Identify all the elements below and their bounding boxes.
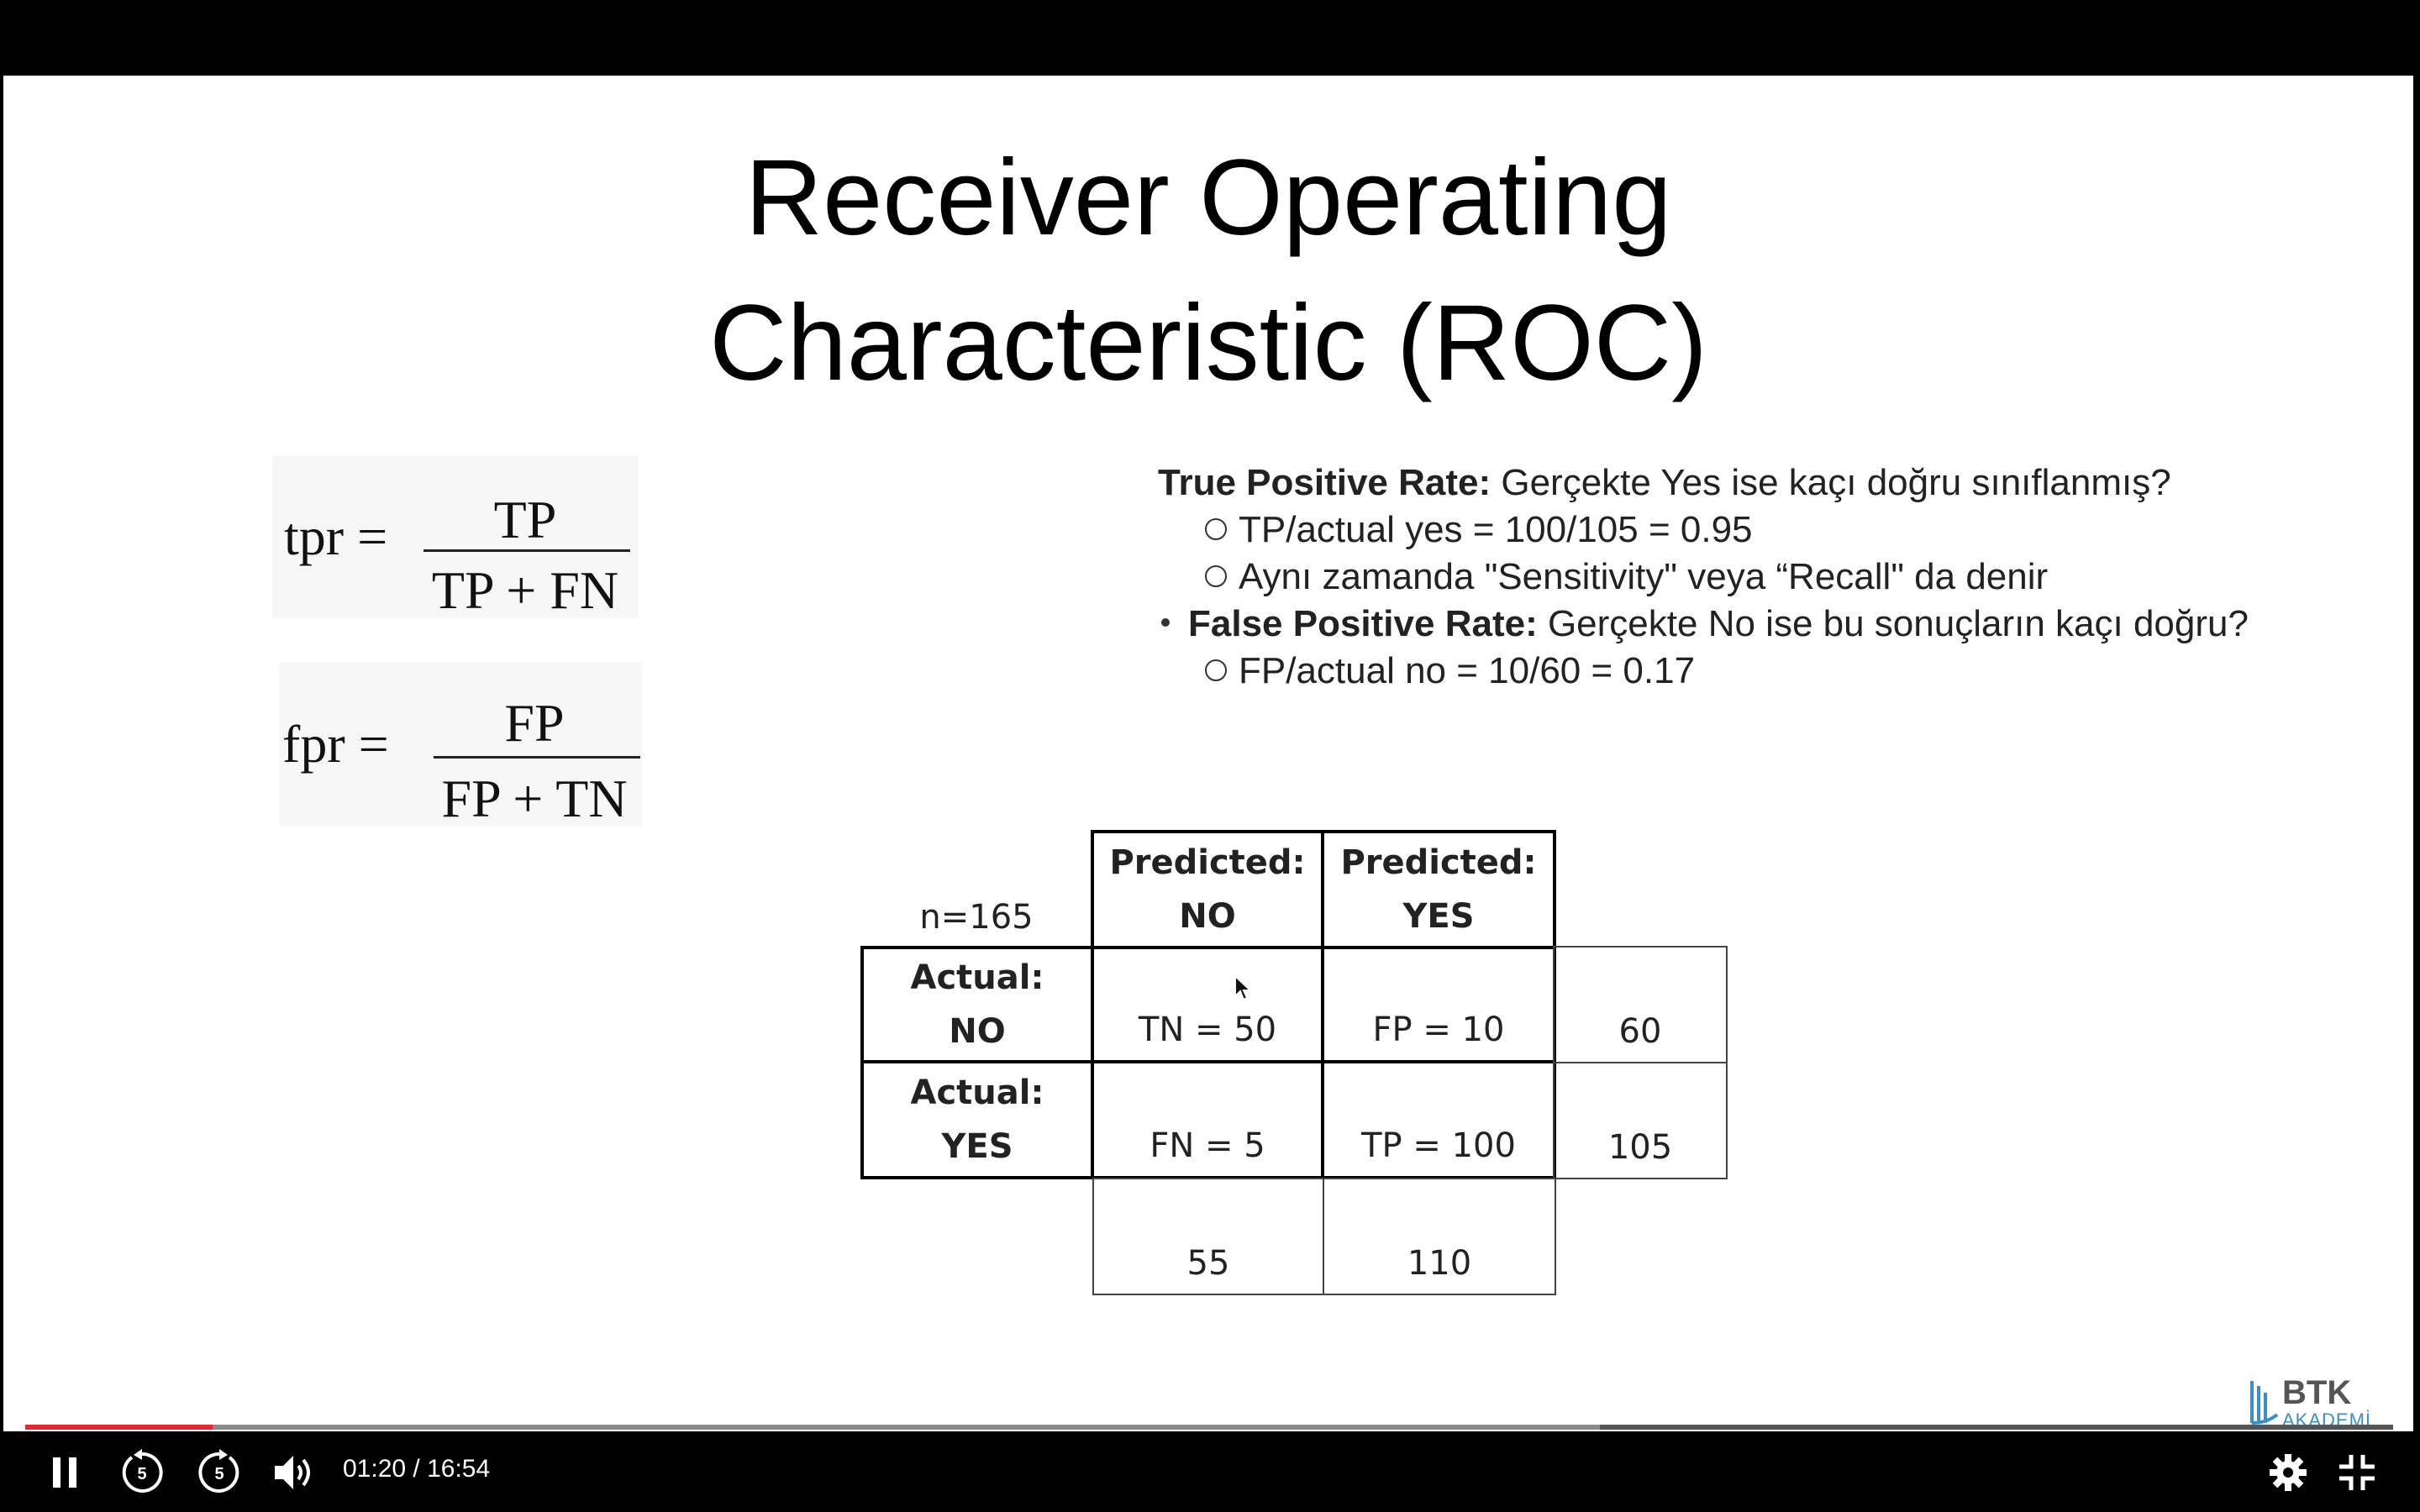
circle-bullet-icon: [1205, 565, 1227, 588]
rewind-5-icon: 5: [122, 1449, 163, 1493]
circle-bullet-icon: [1205, 659, 1227, 682]
fpr-denominator: FP + TN: [441, 769, 628, 828]
exit-fullscreen-icon: [2339, 1455, 2375, 1490]
slide-title-line2: Characteristic (ROC): [709, 283, 1707, 403]
bullet-fpr-text: Gerçekte No ise bu sonuçların kaçı doğru…: [1537, 603, 2249, 644]
header-line1: Predicted:: [1109, 843, 1306, 882]
matrix-cell-tp: TP = 100: [1321, 1060, 1556, 1179]
volume-icon: [275, 1456, 310, 1489]
player-controls: 5 5 01:20 / 16:54: [0, 1433, 2420, 1512]
bullet-fpr-term: False Positive Rate:: [1188, 603, 1538, 644]
bullet-fpr-sub1-text: FP/actual no = 10/60 = 0.17: [1239, 650, 1696, 691]
rewind-5-button[interactable]: 5: [114, 1445, 170, 1500]
bullet-tpr-term: True Positive Rate:: [1158, 462, 1491, 503]
playback-time: 01:20 / 16:54: [343, 1455, 491, 1483]
settings-icon: [2270, 1454, 2307, 1491]
matrix-row-actual-yes: Actual: YES: [860, 1060, 1094, 1179]
bullet-tpr-sub2: Aynı zamanda "Sensitivity" veya “Recall"…: [1205, 556, 2048, 598]
matrix-cell-fn: FN = 5: [1091, 1060, 1324, 1179]
bullet-fpr-sub1: FP/actual no = 10/60 = 0.17: [1205, 650, 1695, 692]
fpr-lhs: fpr =: [282, 714, 389, 774]
row-line2: NO: [949, 1012, 1006, 1051]
matrix-row-total-no: 60: [1553, 946, 1728, 1063]
progress-played: [25, 1425, 213, 1430]
slide: Receiver Operating Characteristic (ROC) …: [3, 76, 2413, 1431]
matrix-header-predicted-yes: Predicted: YES: [1321, 830, 1556, 949]
tpr-numerator: TP: [493, 490, 557, 549]
forward-5-icon: 5: [198, 1449, 239, 1493]
volume-button[interactable]: [266, 1445, 321, 1500]
btk-akademi-logo: BTK AKADEMİ: [2249, 1374, 2400, 1431]
row-line2: YES: [941, 1127, 1013, 1166]
dot-bullet-icon: [1161, 618, 1170, 627]
matrix-row-total-yes: 105: [1553, 1062, 1728, 1179]
fpr-numerator: FP: [504, 693, 565, 753]
matrix-cell-tn: TN = 50: [1091, 946, 1324, 1063]
progress-buffered: [25, 1425, 1600, 1430]
header-line1: Predicted:: [1340, 843, 1537, 882]
logo-text-btk: BTK: [2282, 1374, 2352, 1411]
bullet-tpr: True Positive Rate: Gerçekte Yes ise kaç…: [1158, 462, 2171, 504]
exit-fullscreen-button[interactable]: [2329, 1445, 2385, 1500]
matrix-header-predicted-no: Predicted: NO: [1091, 830, 1324, 949]
matrix-cell-fp: FP = 10: [1321, 946, 1556, 1063]
tpr-formula: tpr = TP TP + FN: [272, 455, 639, 620]
header-line2: YES: [1402, 897, 1475, 936]
btk-logo-mark-icon: [2250, 1381, 2279, 1425]
circle-bullet-icon: [1205, 518, 1227, 541]
bullet-tpr-sub2-text: Aynı zamanda "Sensitivity" veya “Recall"…: [1239, 556, 2049, 597]
pause-button[interactable]: [37, 1445, 92, 1500]
tpr-lhs: tpr =: [284, 507, 388, 566]
settings-button[interactable]: [2260, 1445, 2316, 1500]
tpr-fraction-bar: [424, 549, 630, 552]
video-progress-bar[interactable]: [25, 1425, 2393, 1430]
matrix-row-actual-no: Actual: NO: [860, 946, 1094, 1063]
fpr-fraction-bar: [434, 756, 640, 759]
bullet-tpr-sub1: TP/actual yes = 100/105 = 0.95: [1205, 509, 1753, 551]
mouse-cursor-icon: [1234, 974, 1253, 1001]
pause-icon: [53, 1457, 76, 1488]
rewind-seconds-label: 5: [137, 1465, 146, 1483]
fpr-formula: fpr = FP FP + TN: [279, 662, 642, 828]
matrix-n-label: n=165: [919, 898, 1034, 937]
header-line2: NO: [1179, 897, 1236, 936]
bullet-tpr-text: Gerçekte Yes ise kaçı doğru sınıflanmış?: [1491, 462, 2171, 503]
row-line1: Actual:: [910, 1074, 1044, 1112]
forward-seconds-label: 5: [214, 1465, 224, 1483]
matrix-col-total-yes: 110: [1323, 1178, 1556, 1295]
bullet-tpr-sub1-text: TP/actual yes = 100/105 = 0.95: [1239, 509, 1753, 550]
row-line1: Actual:: [910, 958, 1044, 997]
slide-title-line1: Receiver Operating: [744, 138, 1672, 258]
bullet-fpr: False Positive Rate: Gerçekte No ise bu …: [1161, 603, 2249, 645]
matrix-col-total-no: 55: [1092, 1178, 1324, 1295]
forward-5-button[interactable]: 5: [192, 1445, 247, 1500]
tpr-denominator: TP + FN: [431, 560, 619, 620]
